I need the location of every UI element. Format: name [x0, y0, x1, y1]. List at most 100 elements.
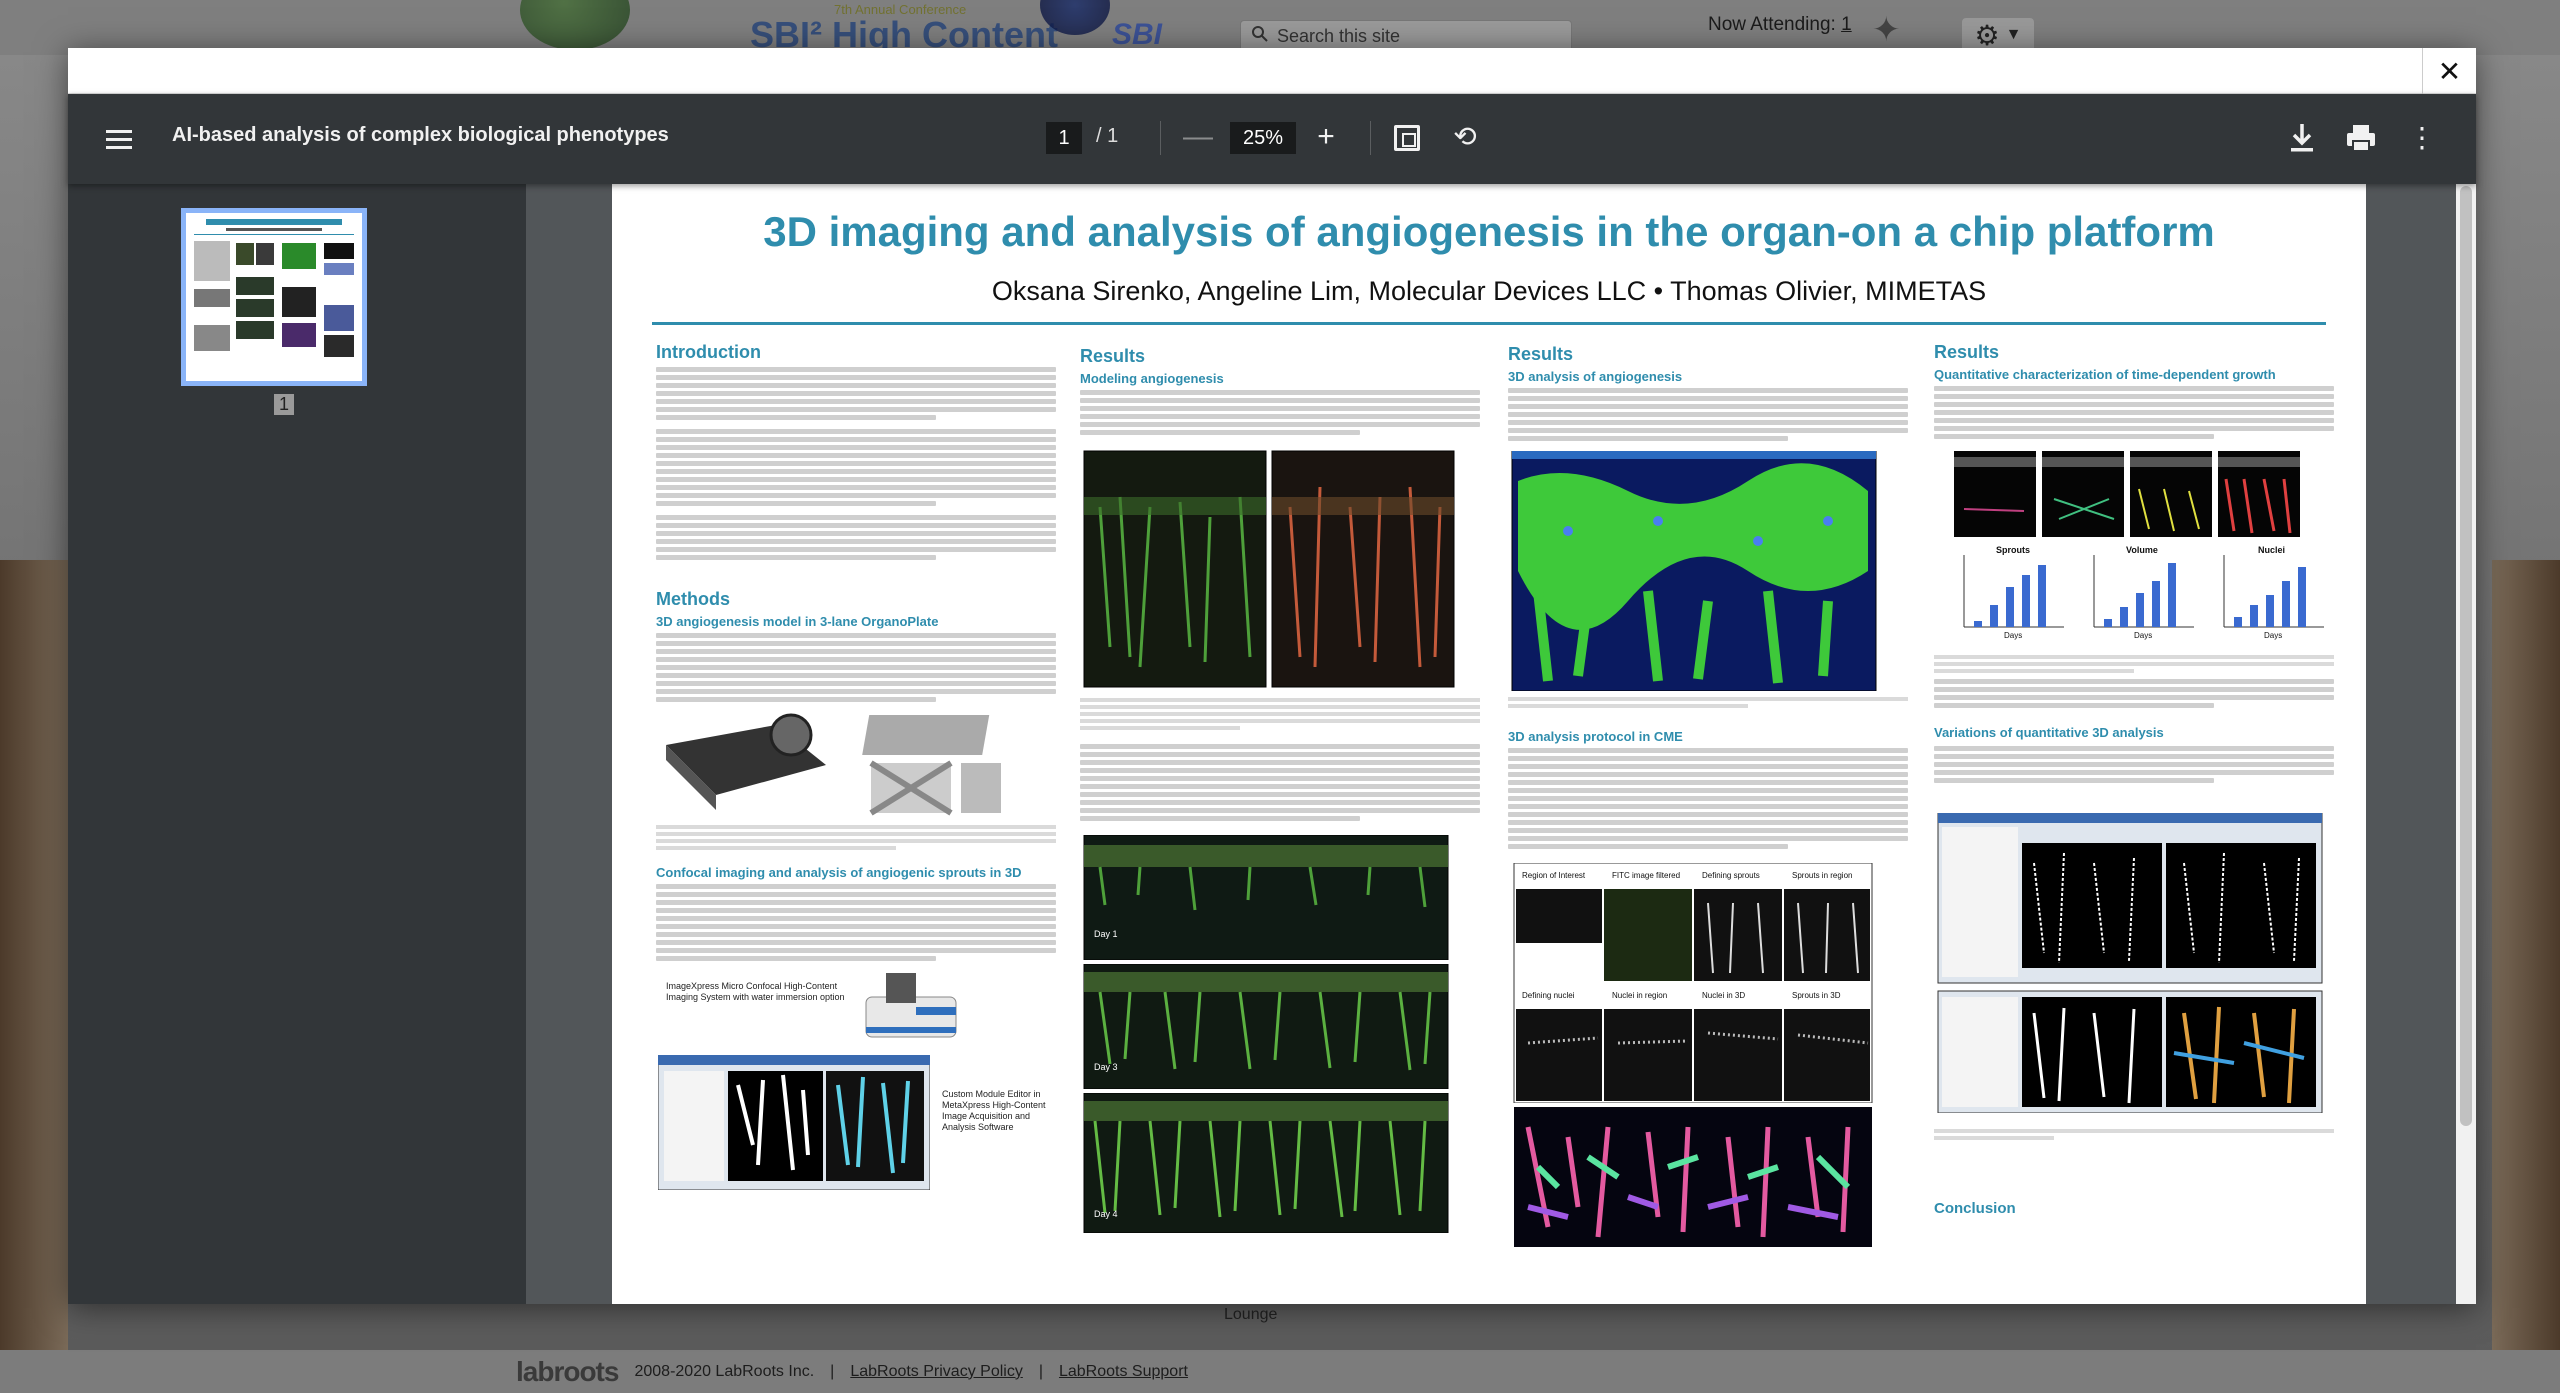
zoom-level-input[interactable]: 25%: [1230, 122, 1296, 154]
now-attending-count[interactable]: 1: [1841, 14, 1852, 35]
download-icon[interactable]: [2286, 120, 2318, 156]
award-icon[interactable]: ✦: [1872, 10, 1922, 50]
3d-analysis-text: [1508, 388, 1908, 441]
methods-subheading-confocal: Confocal imaging and analysis of angioge…: [656, 865, 1022, 880]
sprouts-x-label: Days: [2004, 631, 2023, 640]
poster-column-1: Introduction Methods 3D angiogenesis mod…: [656, 342, 1056, 1190]
close-button[interactable]: ✕: [2422, 48, 2476, 94]
page-count: / 1: [1096, 125, 1119, 147]
privacy-policy-link[interactable]: LabRoots Privacy Policy: [850, 1363, 1023, 1381]
zoom-in-button[interactable]: +: [1308, 118, 1344, 158]
gear-icon: ⚙: [1974, 19, 2000, 51]
search-input-placeholder[interactable]: Search this site: [1277, 26, 1400, 47]
modeling-text: [1080, 390, 1480, 435]
fit-page-icon[interactable]: [1394, 125, 1420, 151]
page-number-input[interactable]: 1: [1046, 122, 1082, 154]
settings-menu[interactable]: ⚙ ▼: [1962, 18, 2034, 52]
poster-title-rule: [652, 322, 2326, 325]
3d-protocol-heading: 3D analysis protocol in CME: [1508, 729, 1683, 744]
day-3-image: Day 3: [1080, 963, 1480, 1090]
page-thumbnail[interactable]: [181, 208, 367, 386]
footer-brand[interactable]: labroots: [516, 1356, 619, 1388]
support-link[interactable]: LabRoots Support: [1059, 1363, 1188, 1381]
results-heading-2: Results: [1080, 346, 1146, 366]
volume-chart-title: Volume: [2126, 545, 2158, 555]
sprouts-chart: [1963, 555, 2064, 628]
pdf-toolbar: AI-based analysis of complex biological …: [68, 94, 2476, 184]
lobby-decor-right: [2492, 560, 2560, 1350]
close-icon: ✕: [2437, 55, 2462, 87]
grid-label-nuclei-region: Nuclei in region: [1612, 991, 1668, 1000]
footer-separator: |: [1038, 1362, 1043, 1380]
chevron-down-icon: ▼: [2005, 26, 2022, 43]
nuclei-chart-title: Nuclei: [2258, 545, 2286, 555]
poster-column-2: Results Modeling angiogenesis Day 1 Day …: [1080, 342, 1480, 1234]
methods-subheading-organoplate: 3D angiogenesis model in 3-lane OrganoPl…: [656, 614, 939, 629]
poster-column-3: Results 3D analysis of angiogenesis 3D a…: [1508, 342, 1908, 1247]
imaging-text: [1080, 744, 1480, 821]
imager-figure: ImageXpress Micro Confocal High-Content …: [656, 967, 1056, 1047]
introduction-heading: Introduction: [656, 342, 761, 362]
3d-visualization-image: [1508, 450, 1908, 692]
nuclei-chart: [2223, 555, 2324, 628]
sprouts-chart-title: Sprouts: [1996, 545, 2031, 555]
modeling-angiogenesis-heading: Modeling angiogenesis: [1080, 371, 1224, 386]
imager-caption: ImageXpress Micro Confocal High-Content …: [666, 981, 845, 1002]
day-1-image: Day 1: [1080, 834, 1480, 961]
page-scrollbar-thumb[interactable]: [2460, 186, 2472, 1126]
menu-icon[interactable]: [106, 124, 132, 154]
grid-label-fitc: FITC image filtered: [1612, 871, 1681, 880]
cme-caption: Custom Module Editor in MetaXpress High-…: [942, 1089, 1046, 1132]
toolbar-divider: [1160, 121, 1161, 155]
day-4-label: Day 4: [1094, 1209, 1118, 1219]
nuclei-x-label: Days: [2264, 631, 2283, 640]
lounge-label[interactable]: Lounge: [1224, 1306, 1277, 1324]
print-icon[interactable]: [2344, 120, 2378, 156]
more-options-icon[interactable]: ⋮: [2408, 120, 2436, 156]
toolbar-divider: [1370, 121, 1371, 155]
sprouts-figure-2: [1080, 447, 1480, 692]
day-3-label: Day 3: [1094, 1062, 1118, 1072]
figure-7-caption: [1934, 1129, 2334, 1140]
pdf-viewer: AI-based analysis of complex biological …: [68, 94, 2476, 1304]
protocol-text: [1508, 748, 1908, 849]
figure-1-caption: [656, 825, 1056, 850]
figure-2-caption: [1080, 698, 1480, 730]
poster-authors: Oksana Sirenko, Angeline Lim, Molecular …: [991, 276, 1987, 306]
grid-label-sprouts-region: Sprouts in region: [1792, 871, 1853, 880]
poster-title: 3D imaging and analysis of angiogenesis …: [763, 208, 2215, 255]
methods-text: [656, 633, 1056, 702]
grid-label-sprouts-3d: Sprouts in 3D: [1792, 991, 1841, 1000]
confocal-text: [656, 884, 1056, 961]
document-title: AI-based analysis of complex biological …: [172, 124, 669, 146]
quant-text: [1934, 679, 2334, 708]
growth-charts: Sprouts Volume Nuclei Days Days Days: [1934, 545, 2334, 645]
zoom-out-button[interactable]: —: [1180, 118, 1216, 158]
3d-analysis-heading: 3D analysis of angiogenesis: [1508, 369, 1683, 384]
day-4-image: Day 4: [1080, 1092, 1480, 1234]
introduction-text: [656, 367, 1056, 560]
grid-label-nuclei-3d: Nuclei in 3D: [1702, 991, 1746, 1000]
society-logo-text: SBI: [1112, 18, 1163, 51]
time-dependent-text: [1934, 386, 2334, 439]
lobby-decor-left: [0, 560, 68, 1350]
conclusion-heading: Conclusion: [1934, 1200, 2016, 1217]
footer-copyright: 2008-2020 LabRoots Inc.: [634, 1362, 815, 1380]
search-icon: [1251, 25, 1269, 48]
time-dependent-heading: Quantitative characterization of time-de…: [1934, 367, 2276, 382]
rotate-icon[interactable]: ⟲: [1450, 120, 1480, 154]
now-attending: Now Attending: 1: [1708, 14, 1852, 36]
growth-images-row: [1934, 449, 2334, 539]
footer-separator: |: [830, 1362, 835, 1380]
methods-heading: Methods: [656, 589, 730, 609]
now-attending-label: Now Attending:: [1708, 14, 1836, 35]
volume-x-label: Days: [2134, 631, 2153, 640]
results-heading-4: Results: [1934, 342, 2000, 362]
pdf-modal: ✕ AI-based analysis of complex biologica…: [68, 48, 2476, 1304]
pdf-page: 3D imaging and analysis of angiogenesis …: [612, 184, 2366, 1304]
cme-figure: Custom Module Editor in MetaXpress High-…: [656, 1055, 1056, 1190]
variations-heading: Variations of quantitative 3D analysis: [1934, 725, 2164, 740]
figure-8-caption: [1508, 697, 1908, 708]
volume-chart: [2093, 555, 2194, 628]
site-footer: labroots 2008-2020 LabRoots Inc. | LabRo…: [0, 1350, 2560, 1393]
